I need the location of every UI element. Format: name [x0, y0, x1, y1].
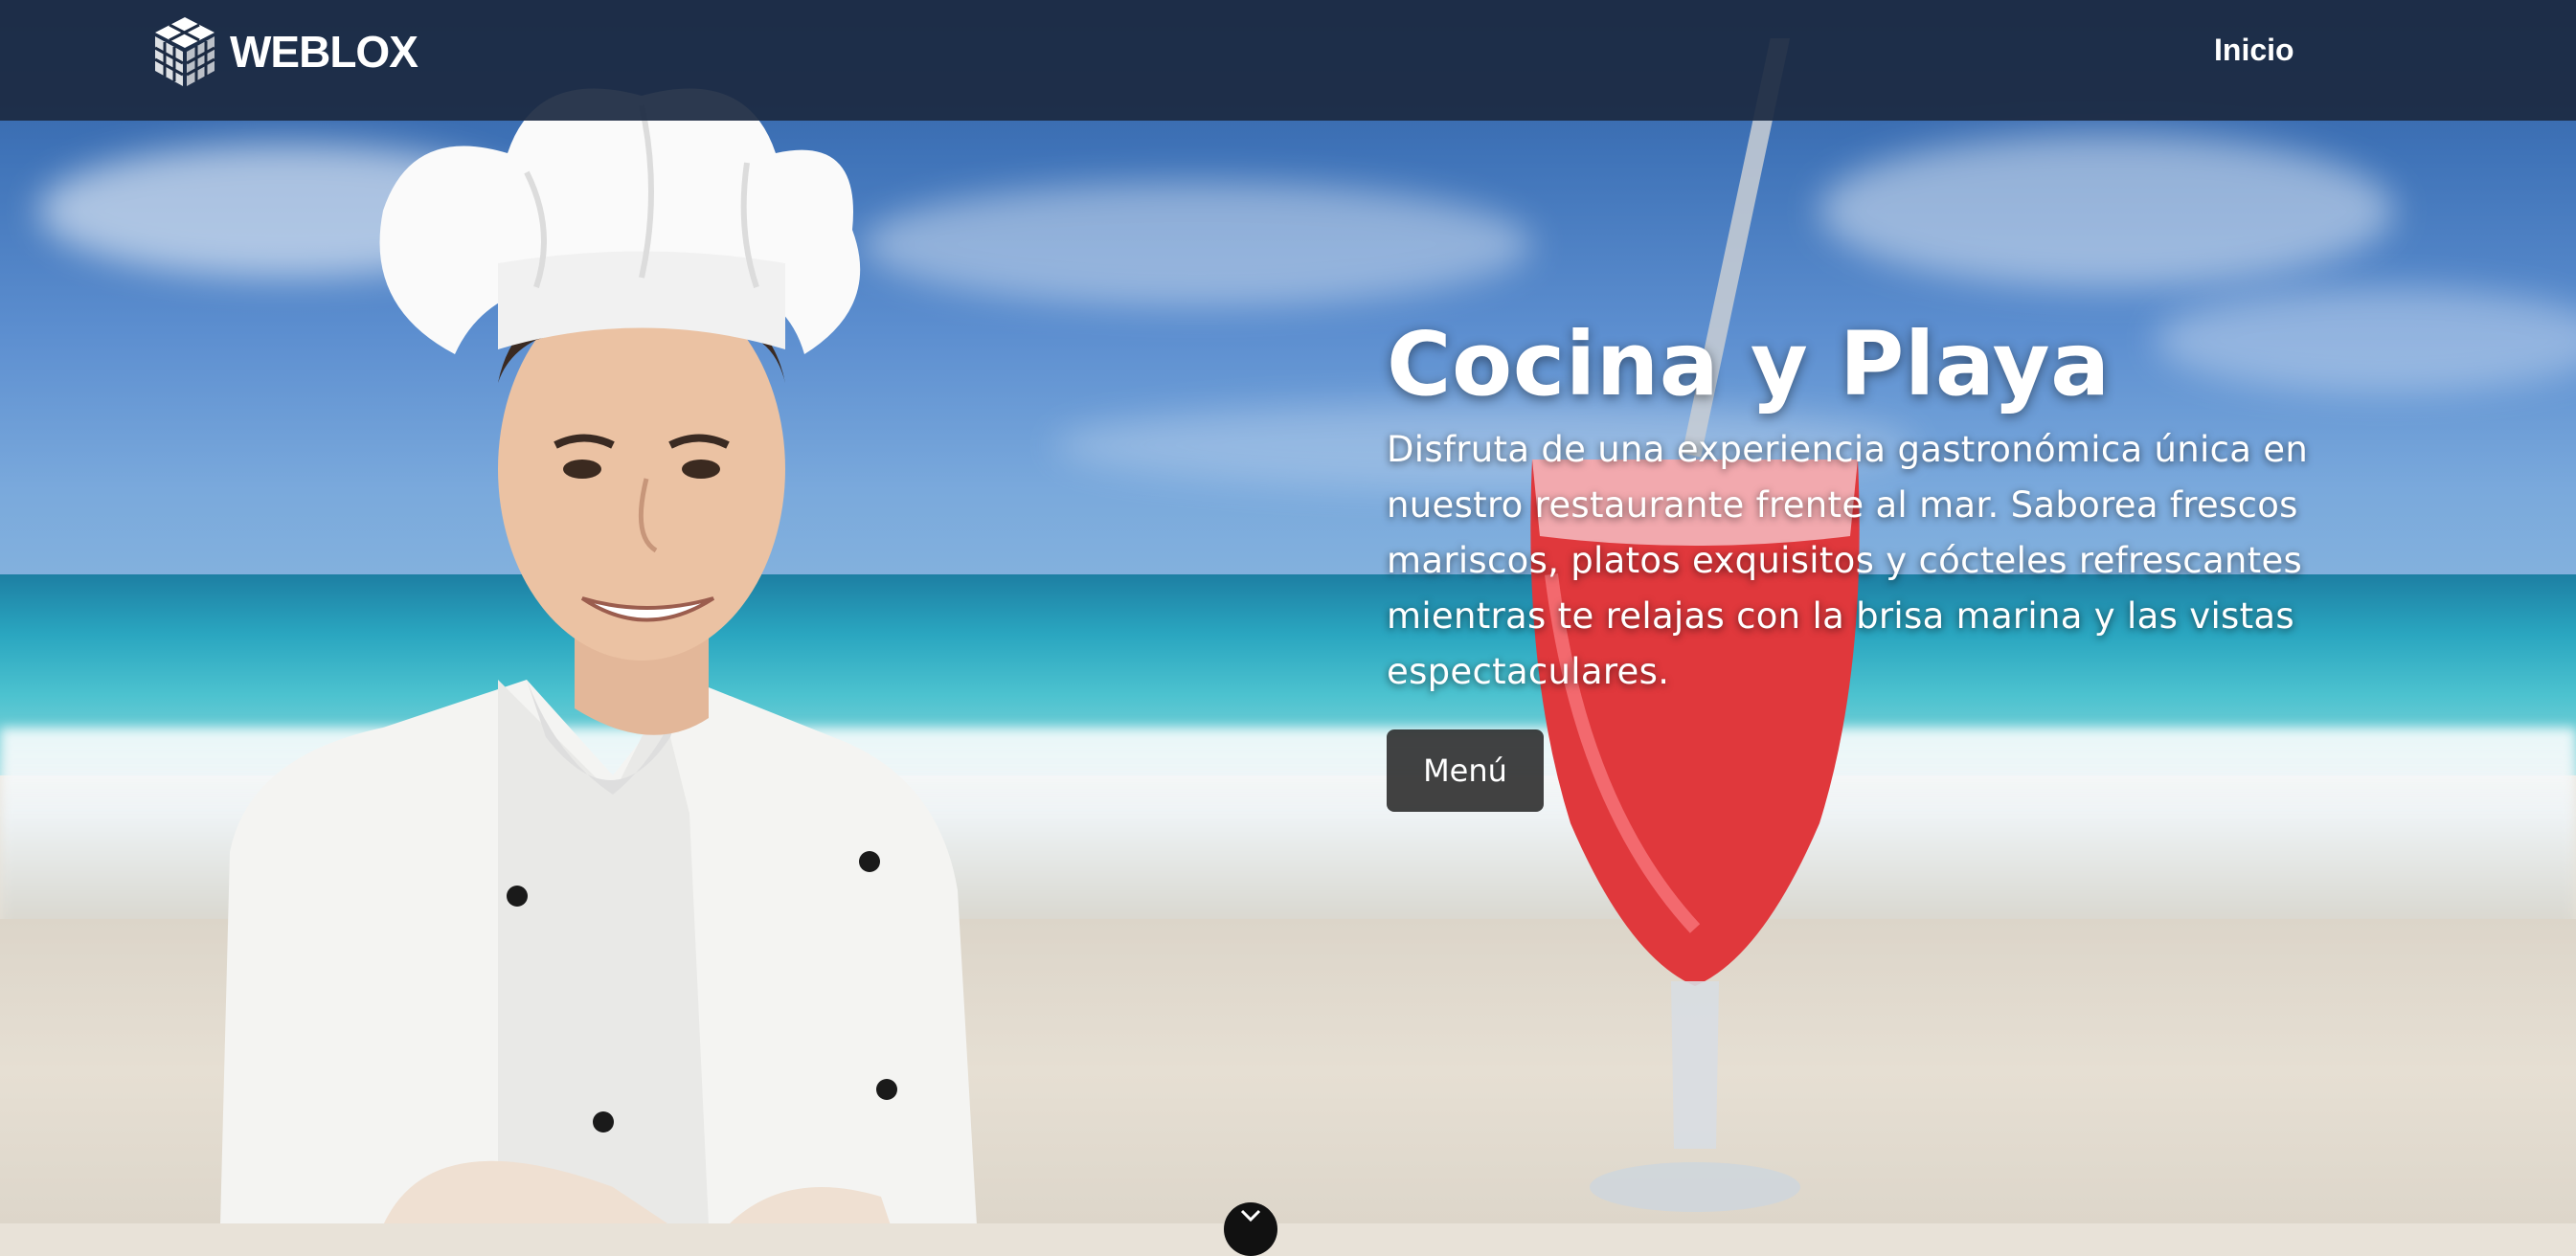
hero-section: Cocina y Playa Disfruta de una experienc…	[1387, 313, 2325, 812]
menu-button[interactable]: Menú	[1387, 729, 1544, 812]
hero-title: Cocina y Playa	[1387, 313, 2111, 415]
nav-link-inicio[interactable]: Inicio	[2214, 33, 2294, 68]
hero-description: Disfruta de una experiencia gastronómica…	[1387, 429, 2309, 693]
chevron-down-icon	[1240, 1209, 1261, 1222]
chef-image	[220, 88, 977, 1223]
cube-logo-icon	[154, 17, 215, 86]
brand-logo[interactable]: WEBLOX	[151, 15, 418, 88]
cloud	[1819, 134, 2394, 287]
navbar: WEBLOX Inicio	[0, 0, 2576, 121]
brand-name: WEBLOX	[230, 27, 418, 77]
